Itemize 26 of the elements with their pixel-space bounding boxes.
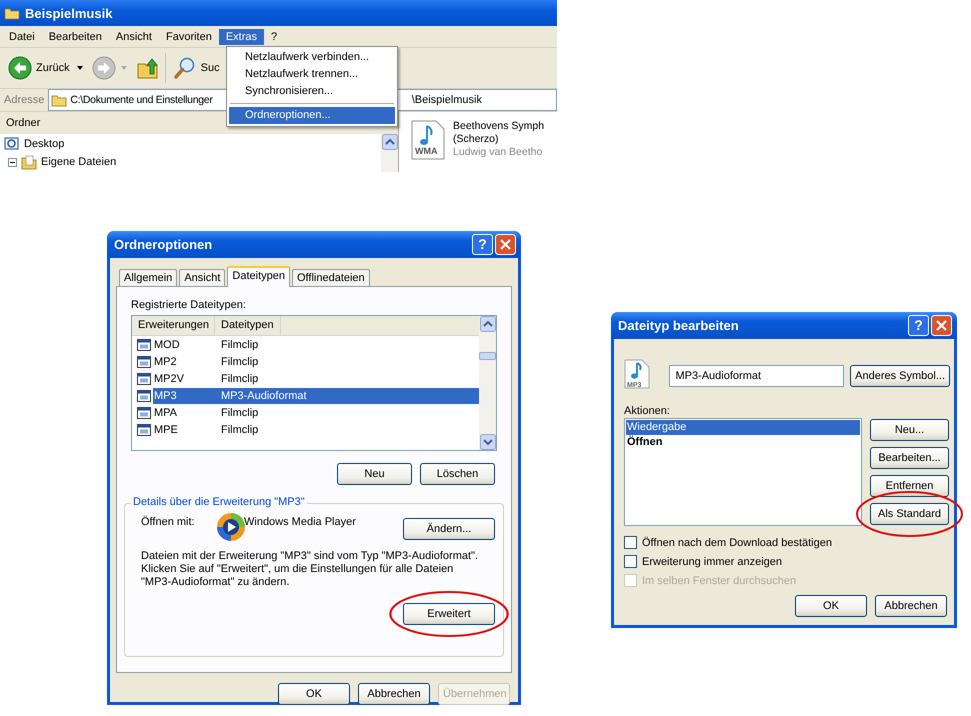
table-cell: MP3-Audioformat <box>221 390 307 402</box>
address-label: Adresse <box>4 94 44 106</box>
table-cell-text: MP2 <box>154 356 178 368</box>
open-with-label: Öffnen mit: <box>141 516 196 528</box>
table-cell: Filmclip <box>221 372 258 384</box>
address-text: C:\Dokumente und Einstellunger <box>70 94 213 106</box>
address-text: \Beispielmusik <box>412 94 482 106</box>
table-cell: Filmclip <box>221 356 258 368</box>
dialog-title: Dateityp bearbeiten <box>618 318 739 333</box>
group-title: Details über die Erweiterung "MP3" <box>131 496 307 508</box>
table-cell: Filmclip <box>221 338 258 350</box>
window-title: Beispielmusik <box>25 6 112 20</box>
program-name: Windows Media Player <box>244 516 356 528</box>
table-cell-text: MPA <box>154 406 178 418</box>
description-text: Dateien mit der Erweiterung "MP3" sind vom Typ "MP3-Audioformat". Klicken Sie auf "Erweitert", um die Einstellungen für alle Dateien "MP3-Audioformat" zu ändern. <box>141 550 479 589</box>
file-type-label: WMA <box>415 146 438 156</box>
table-cell-text: MP3 <box>154 390 178 402</box>
file-artist: Ludwig van Beetho <box>453 146 544 159</box>
list-label: Registrierte Dateitypen: <box>131 299 247 311</box>
actions-label: Aktionen: <box>624 405 671 417</box>
table-cell: Filmclip <box>221 424 258 436</box>
table-cell-text: MP2V <box>154 372 185 384</box>
table-cell: Filmclip <box>221 406 258 418</box>
table-cell-text: MPE <box>154 424 179 436</box>
dialog-title: Ordneroptionen <box>114 237 212 252</box>
table-cell-text: MOD <box>154 338 181 350</box>
